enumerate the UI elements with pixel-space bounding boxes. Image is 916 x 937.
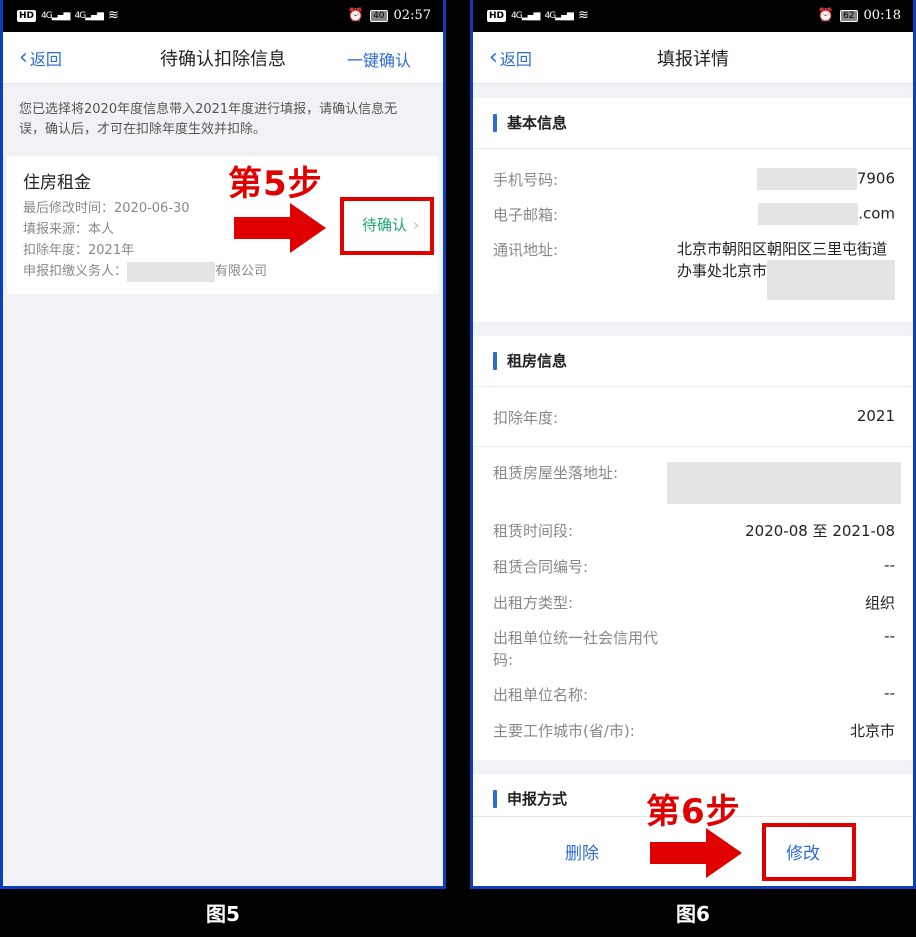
deduction-year-label: 扣除年度: <box>493 409 559 427</box>
screen-figure6: HD 4G▂▄▆ 4G▂▄▆ ≋ ⏰ 62 00:18 ‹ 返回 填报详情 基本… <box>473 0 913 886</box>
work-city-value: 北京市 <box>849 722 895 740</box>
screen-figure5: HD 4G▂▄▆ 4G▂▄▆ ≋ ⏰ 40 02:57 ‹ 返回 待确认扣除信息… <box>3 0 443 886</box>
section-heading: 基本信息 <box>493 112 567 133</box>
step-6-label: 第6步 <box>646 792 741 832</box>
battery-icon: 62 <box>840 9 858 22</box>
modified-time: 最后修改时间：2020-06-30 <box>23 201 190 216</box>
chevron-left-icon: ‹ <box>19 45 28 70</box>
phone-frame-figure5: HD 4G▂▄▆ 4G▂▄▆ ≋ ⏰ 40 02:57 ‹ 返回 待确认扣除信息… <box>0 0 446 889</box>
redacted-block <box>667 462 901 504</box>
deduction-name: 住房租金 <box>23 173 91 193</box>
wifi-icon: ≋ <box>577 8 589 23</box>
step-5-label: 第5步 <box>228 164 323 204</box>
status-bar: HD 4G▂▄▆ 4G▂▄▆ ≋ ⏰ 40 02:57 <box>3 0 443 32</box>
lessor-type-value: 组织 <box>864 594 895 612</box>
phone-label: 手机号码: <box>493 171 559 189</box>
lessor-name-label: 出租单位名称: <box>493 686 589 704</box>
figure-caption-6: 图6 <box>676 902 710 926</box>
signal-icon: 4G▂▄▆ <box>74 10 103 21</box>
address-label: 通讯地址: <box>493 241 559 259</box>
signal-icon: 4G▂▄▆ <box>41 10 70 21</box>
credit-code-label: 出租单位统一社会信用代 码: <box>493 629 659 669</box>
withholding-agent: 申报扣缴义务人： 有限公司 <box>23 260 267 282</box>
back-label: 返回 <box>29 50 62 69</box>
highlight-box-step6 <box>762 823 856 881</box>
rent-period-label: 租赁时间段: <box>493 522 574 540</box>
clock: 00:18 <box>863 8 901 23</box>
phone-value: 7906 <box>756 168 895 190</box>
back-label: 返回 <box>499 50 532 69</box>
redacted-block <box>756 168 857 190</box>
redacted-block <box>758 203 859 225</box>
hd-badge: HD <box>17 9 37 22</box>
back-button[interactable]: ‹ 返回 <box>19 46 62 70</box>
section-heading: 租房信息 <box>493 350 567 371</box>
highlight-box-step5 <box>340 197 434 255</box>
redacted-block <box>127 261 216 282</box>
divider <box>473 386 913 387</box>
alarm-icon: ⏰ <box>347 8 365 23</box>
wifi-icon: ≋ <box>107 8 119 23</box>
notice-text: 您已选择将2020年度信息带入2021年度进行填报，请确认信息无误，确认后，才可… <box>19 102 398 137</box>
delete-button[interactable]: 删除 <box>565 839 599 864</box>
deduction-year-value: 2021 <box>856 407 895 425</box>
fill-source: 填报来源：本人 <box>23 222 115 237</box>
back-button[interactable]: ‹ 返回 <box>489 46 532 70</box>
rent-period-value: 2020-08 至 2021-08 <box>745 522 895 540</box>
contract-number-value: -- <box>884 556 895 574</box>
status-bar: HD 4G▂▄▆ 4G▂▄▆ ≋ ⏰ 62 00:18 <box>473 0 913 32</box>
credit-code-value: -- <box>884 627 895 645</box>
divider <box>473 148 913 149</box>
page-title: 填报详情 <box>657 49 729 70</box>
rent-info-section: 租房信息 扣除年度: 2021 租赁房屋坐落地址: 租赁时间段: 2020-08… <box>473 336 913 760</box>
signal-icon: 4G▂▄▆ <box>544 10 573 21</box>
contract-number-label: 租赁合同编号: <box>493 558 589 576</box>
email-value: .com <box>758 203 895 225</box>
basic-info-section: 基本信息 手机号码: 7906 电子邮箱: .com 通讯地址: 北京市朝阳区朝… <box>473 98 913 322</box>
divider <box>473 446 913 447</box>
nav-bar: ‹ 返回 待确认扣除信息 一键确认 <box>3 32 443 84</box>
hd-badge: HD <box>487 9 507 22</box>
phone-frame-figure6: HD 4G▂▄▆ 4G▂▄▆ ≋ ⏰ 62 00:18 ‹ 返回 填报详情 基本… <box>470 0 916 889</box>
deduction-year: 扣除年度：2021年 <box>23 243 135 258</box>
signal-icon: 4G▂▄▆ <box>511 10 540 21</box>
arrow-right-icon <box>234 203 326 253</box>
figure-caption-5: 图5 <box>206 902 240 926</box>
alarm-icon: ⏰ <box>817 8 835 23</box>
confirm-all-button[interactable]: 一键确认 <box>347 47 411 71</box>
work-city-label: 主要工作城市(省/市): <box>493 722 635 740</box>
email-label: 电子邮箱: <box>493 206 559 224</box>
battery-icon: 40 <box>370 9 388 22</box>
clock: 02:57 <box>393 8 431 23</box>
nav-bar: ‹ 返回 填报详情 <box>473 32 913 84</box>
chevron-left-icon: ‹ <box>489 45 498 70</box>
lessor-type-label: 出租方类型: <box>493 594 574 612</box>
redacted-block <box>767 260 896 300</box>
section-heading: 申报方式 <box>493 788 567 809</box>
lessor-name-value: -- <box>884 684 895 702</box>
address-value: 北京市朝阳区朝阳区三里屯街道 办事处北京市 <box>677 238 896 300</box>
location-label: 租赁房屋坐落地址: <box>493 464 619 482</box>
arrow-right-icon <box>650 828 742 878</box>
